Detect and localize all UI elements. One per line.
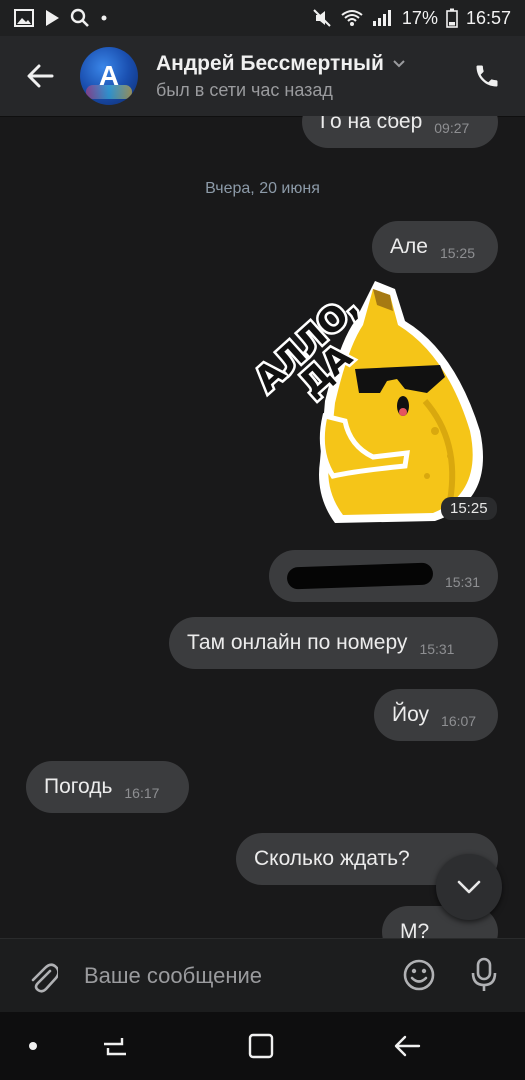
- message-bubble-outgoing[interactable]: Але 15:25: [372, 221, 498, 273]
- smiley-icon: [403, 959, 435, 991]
- arrow-left-icon: [27, 64, 54, 88]
- microphone-icon: [471, 957, 497, 991]
- message-bubble-outgoing[interactable]: Йоу 16:07: [374, 689, 498, 741]
- avatar[interactable]: A: [80, 47, 138, 105]
- recent-apps-button[interactable]: [90, 1026, 140, 1066]
- clock: 16:57: [465, 7, 511, 28]
- system-back-button[interactable]: [382, 1026, 432, 1066]
- message-time: 15:31: [419, 641, 455, 657]
- message-text: Сколько ждать?: [254, 847, 410, 870]
- recent-apps-icon: [104, 1038, 126, 1056]
- message-bubble-outgoing[interactable]: Го на сбер 09:27: [302, 116, 498, 148]
- message-text: М?: [400, 920, 430, 938]
- phone-icon: [476, 65, 498, 87]
- message-time: 09:27: [434, 120, 470, 136]
- message-input[interactable]: [82, 955, 386, 997]
- contact-name: Андрей Бессмертный: [156, 51, 384, 75]
- message-time: 15:31: [444, 574, 480, 590]
- gallery-notification-icon: [14, 9, 34, 27]
- battery-percent: 17%: [401, 7, 438, 28]
- signal-icon: [372, 9, 394, 27]
- emoji-button[interactable]: [395, 951, 443, 999]
- message-time: 15:25: [441, 497, 497, 520]
- play-notification-icon: [44, 9, 60, 27]
- chevron-down-icon: [393, 59, 405, 67]
- system-nav-bar: [0, 1012, 525, 1080]
- message-text: Го на сбер: [320, 116, 423, 133]
- attach-button[interactable]: [18, 951, 68, 1001]
- paperclip-icon: [31, 963, 58, 993]
- message-text: Там онлайн по номеру: [187, 631, 408, 654]
- message-bubble-outgoing[interactable]: Там онлайн по номеру 15:31: [169, 617, 498, 669]
- home-square-icon: [248, 1033, 274, 1059]
- dot-icon: [29, 1042, 37, 1050]
- avatar-letter: A: [98, 60, 120, 91]
- message-bubble-incoming[interactable]: Погодь 16:17: [26, 761, 189, 813]
- more-notifications-dot-icon: [100, 14, 108, 22]
- search-notification-icon: [70, 8, 90, 28]
- chevron-down-icon: [457, 880, 481, 894]
- chat-header: A Андрей Бессмертный был в сети час наза…: [0, 36, 525, 116]
- date-separator: Вчера, 20 июня: [205, 180, 320, 197]
- message-text: Але: [390, 235, 428, 258]
- wifi-icon: [340, 9, 364, 27]
- back-button[interactable]: [10, 36, 70, 116]
- banana-sticker[interactable]: АЛЛО, ДА: [255, 281, 495, 526]
- message-time: 16:07: [441, 713, 477, 729]
- message-text: Йоу: [392, 703, 430, 726]
- scroll-to-bottom-button[interactable]: [436, 854, 502, 920]
- contact-status: был в сети час назад: [156, 79, 333, 100]
- contact-info[interactable]: Андрей Бессмертный был в сети час назад: [156, 52, 406, 101]
- mute-icon: [312, 8, 332, 28]
- message-list[interactable]: Го на сбер 09:27 Вчера, 20 июня Але 15:2…: [0, 116, 525, 938]
- nav-dot[interactable]: [8, 1026, 58, 1066]
- message-time: 15:25: [439, 245, 475, 261]
- status-bar: 17% 16:57: [0, 0, 525, 36]
- message-bubble-outgoing[interactable]: 15:31: [269, 550, 498, 602]
- call-button[interactable]: [467, 56, 507, 96]
- voice-record-button[interactable]: [460, 951, 508, 999]
- battery-icon: [446, 8, 458, 28]
- back-arrow-icon: [394, 1035, 421, 1057]
- message-text: Погодь: [44, 775, 113, 798]
- message-time: 16:17: [124, 785, 160, 801]
- home-button[interactable]: [236, 1026, 286, 1066]
- redacted-text: [286, 562, 434, 590]
- message-composer: [0, 938, 525, 1013]
